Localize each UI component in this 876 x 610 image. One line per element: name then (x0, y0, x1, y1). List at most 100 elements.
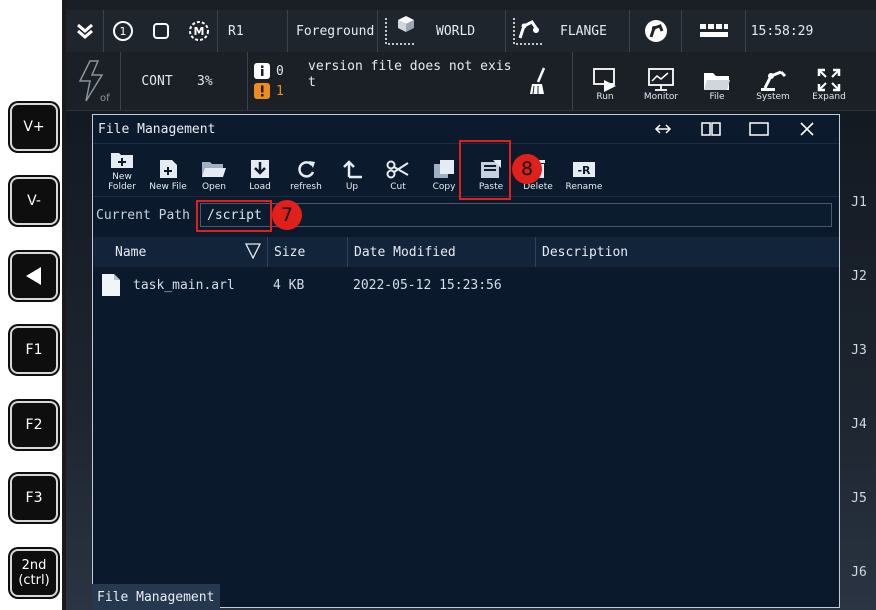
rename-label: Rename (565, 182, 603, 192)
file-icon (102, 274, 120, 296)
world-coord-icon (385, 16, 414, 45)
file-size: 4 KB (273, 277, 305, 293)
up-label: Up (345, 182, 359, 192)
open-button[interactable]: Open (191, 148, 237, 196)
system-button[interactable]: System (745, 56, 801, 106)
info-bar: off CONT 3% 0 1 version file does not ex… (66, 52, 876, 111)
close-button[interactable] (783, 115, 831, 143)
robot-arm-icon (644, 20, 667, 42)
step-7-badge: 7 (272, 200, 302, 230)
paste-highlight (459, 140, 511, 200)
new-file-button[interactable]: New File (145, 148, 191, 196)
file-button[interactable]: File (689, 56, 745, 106)
scissors-icon (386, 160, 409, 179)
square-icon (153, 23, 169, 39)
folder-icon (704, 73, 730, 90)
keyboard-button[interactable] (682, 10, 746, 52)
monitor-icon (648, 68, 674, 91)
horizontal-arrows-icon (654, 124, 672, 134)
manual-mode-button[interactable]: M (180, 10, 218, 52)
up-arrow-icon (343, 160, 362, 179)
stop-button[interactable] (142, 10, 180, 52)
robot-selector[interactable]: R1 (218, 10, 288, 52)
cut-button[interactable]: Cut (375, 148, 421, 196)
velocity-down-key[interactable]: V- (10, 177, 58, 225)
run-mode-selector[interactable]: Foreground (288, 10, 378, 52)
broom-icon (530, 67, 546, 95)
split-view-button[interactable] (687, 115, 735, 143)
maximize-icon (749, 122, 769, 136)
cut-label: Cut (390, 182, 406, 192)
warning-count: 1 (276, 83, 284, 99)
joint-label-j4: J4 (851, 417, 867, 432)
window-title: File Management (98, 121, 216, 137)
file-date: 2022-05-12 15:23:56 (353, 277, 502, 293)
table-row[interactable]: task_main.arl 4 KB 2022-05-12 15:23:56 (93, 267, 839, 303)
second-ctrl-key[interactable]: 2nd (ctrl) (10, 549, 58, 597)
taskbar-file-management[interactable]: File Management (92, 584, 220, 610)
joint-label-j1: J1 (851, 195, 867, 210)
back-key[interactable] (10, 252, 58, 300)
refresh-icon (298, 161, 315, 178)
load-icon (251, 160, 269, 178)
path-highlight (196, 200, 272, 232)
current-path-label: Current Path (96, 207, 190, 223)
coord-selector[interactable]: WORLD (378, 10, 506, 52)
robot-system-icon (761, 70, 787, 91)
column-name[interactable]: Name (93, 237, 267, 267)
maximize-button[interactable] (735, 115, 783, 143)
clock: 15:58:29 (750, 23, 814, 39)
power-off-icon: off (78, 60, 110, 103)
info-count: 0 (276, 63, 284, 79)
file-name: task_main.arl (133, 277, 235, 293)
rename-icon: -R (573, 162, 595, 177)
step-mode-button[interactable]: 1 (104, 10, 142, 52)
svg-text:M: M (193, 25, 204, 38)
rename-button[interactable]: -R Rename (561, 148, 607, 196)
f1-key[interactable]: F1 (10, 326, 58, 374)
pendant-keypad: V+ V- F1 F2 F3 2nd (ctrl) (0, 0, 66, 610)
run-mode: CONT (141, 73, 173, 89)
column-date-modified[interactable]: Date Modified (347, 237, 535, 267)
joint-label-j6: J6 (851, 565, 867, 580)
file-label: File (709, 92, 725, 102)
open-label: Open (201, 182, 227, 192)
velocity-up-key[interactable]: V+ (10, 103, 58, 151)
new-folder-button[interactable]: New Folder (99, 148, 145, 196)
connection-button[interactable] (630, 10, 682, 52)
new-folder-label: New Folder (108, 172, 136, 192)
new-folder-icon (111, 153, 133, 168)
collapse-button[interactable] (66, 10, 104, 52)
up-button[interactable]: Up (329, 148, 375, 196)
refresh-button[interactable]: refresh (283, 148, 329, 196)
monitor-button[interactable]: Monitor (633, 56, 689, 106)
message-text: version file does not exist (308, 59, 512, 90)
f3-key[interactable]: F3 (10, 474, 58, 522)
joint-label-j5: J5 (851, 491, 867, 506)
column-description[interactable]: Description (535, 237, 839, 267)
message-counts[interactable]: 0 1 (248, 63, 306, 99)
file-table-header: Name Size Date Modified Description (93, 237, 839, 267)
load-label: Load (249, 182, 271, 192)
triangle-left-icon (26, 267, 41, 285)
step-8-badge: 8 (512, 154, 542, 184)
run-label: Run (596, 92, 614, 102)
column-size[interactable]: Size (267, 237, 347, 267)
expand-button[interactable]: Expand (801, 56, 857, 106)
new-file-label: New File (149, 182, 187, 192)
manual-mode-icon: M (188, 21, 209, 41)
tool-selector[interactable]: FLANGE (506, 10, 630, 52)
close-icon (800, 122, 814, 136)
joint-label-j2: J2 (851, 269, 867, 284)
flange-icon (513, 18, 542, 45)
svg-text:1: 1 (120, 25, 127, 38)
step-icon: 1 (113, 21, 133, 41)
run-button[interactable]: Run (577, 56, 633, 106)
joint-label-j3: J3 (851, 343, 867, 358)
open-folder-icon (202, 162, 226, 177)
clear-messages-button[interactable] (518, 66, 558, 96)
load-button[interactable]: Load (237, 148, 283, 196)
f2-key[interactable]: F2 (10, 401, 58, 449)
svg-text:off: off (100, 93, 110, 103)
resize-horizontal-button[interactable] (639, 115, 687, 143)
